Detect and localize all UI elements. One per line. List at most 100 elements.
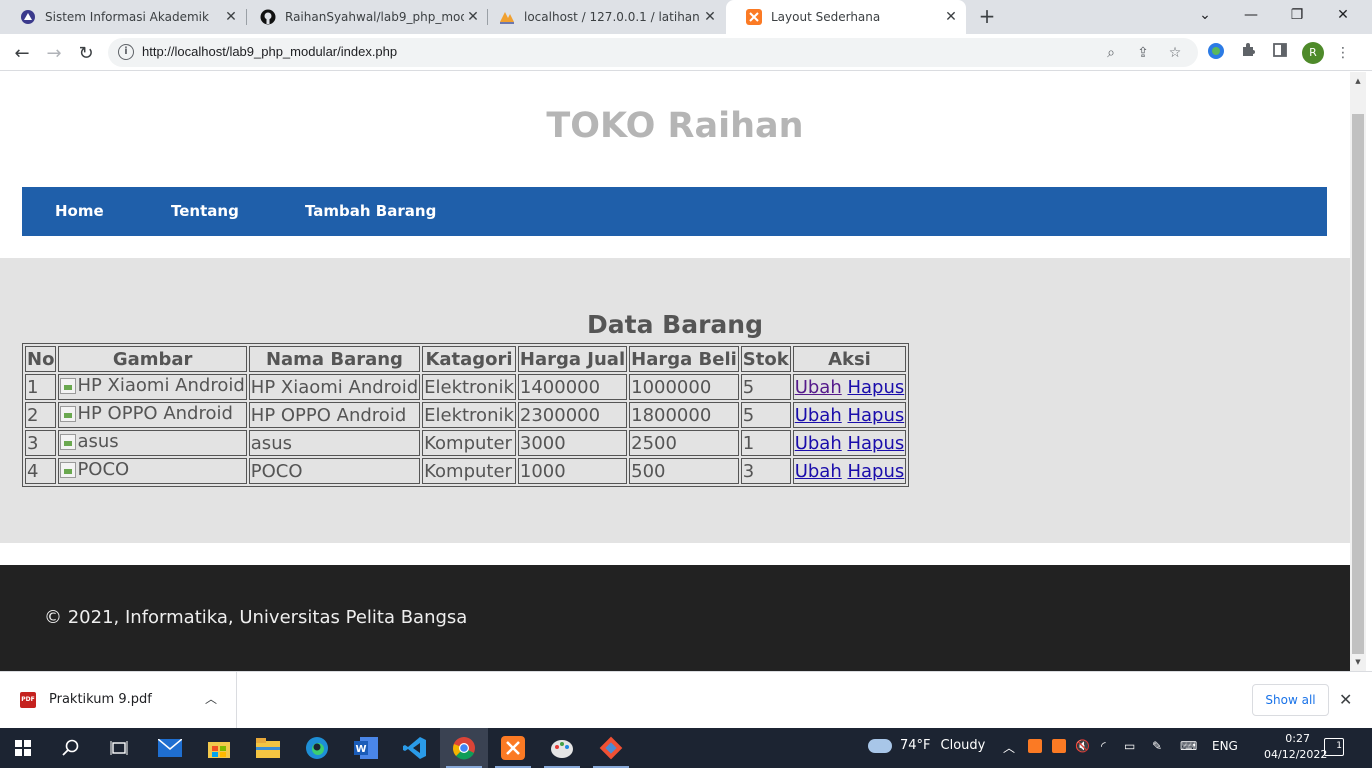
- pdf-file-icon: PDF: [20, 692, 36, 708]
- column-header: Harga Jual: [517, 346, 628, 372]
- vscode-icon[interactable]: [401, 734, 429, 762]
- close-icon[interactable]: ✕: [701, 9, 719, 25]
- edge-browser-icon[interactable]: [303, 734, 331, 762]
- tab-title: Sistem Informasi Akademik: [45, 10, 209, 24]
- column-header: Stok: [740, 346, 791, 372]
- close-icon[interactable]: ✕: [222, 9, 240, 25]
- tab-phpmyadmin[interactable]: localhost / 127.0.0.1 / latihan1 / d ✕: [479, 0, 725, 34]
- profile-avatar[interactable]: R: [1302, 42, 1324, 64]
- new-tab-button[interactable]: +: [976, 5, 998, 27]
- page-scrollbar[interactable]: ▲ ▼: [1350, 72, 1366, 671]
- download-item[interactable]: PDF Praktikum 9.pdf ︿: [0, 672, 237, 729]
- forward-arrow-icon[interactable]: →: [41, 40, 67, 66]
- url-text[interactable]: http://localhost/lab9_php_modular/index.…: [142, 44, 397, 59]
- wifi-icon[interactable]: ◜: [1101, 739, 1106, 753]
- chrome-icon[interactable]: [450, 734, 478, 762]
- language-indicator[interactable]: ENG: [1212, 739, 1238, 753]
- cell-kategori: Elektronik: [422, 374, 516, 400]
- mail-icon[interactable]: [156, 734, 184, 762]
- image-alt-text: POCO: [77, 459, 130, 481]
- hapus-link[interactable]: Hapus: [847, 461, 904, 482]
- close-download-bar-icon[interactable]: ✕: [1339, 690, 1352, 709]
- site-title: TOKO Raihan: [546, 106, 804, 146]
- git-app-icon[interactable]: [597, 734, 625, 762]
- scrollbar-thumb[interactable]: [1352, 114, 1364, 654]
- column-header: Gambar: [58, 346, 247, 372]
- extensions-puzzle-icon[interactable]: [1237, 42, 1259, 64]
- image-alt-text: HP OPPO Android: [77, 403, 233, 425]
- download-bar: PDF Praktikum 9.pdf ︿ Show all ✕: [0, 671, 1372, 729]
- ubah-link[interactable]: Ubah: [795, 405, 842, 426]
- minimize-button[interactable]: —: [1228, 0, 1274, 30]
- image-alt-text: asus: [77, 431, 119, 453]
- reload-icon[interactable]: ↻: [73, 40, 99, 66]
- nav-link-home[interactable]: Home: [55, 187, 104, 236]
- hapus-link[interactable]: Hapus: [847, 405, 904, 426]
- scroll-down-arrow-icon[interactable]: ▼: [1350, 655, 1366, 669]
- xampp-icon: [746, 9, 762, 25]
- battery-icon[interactable]: ▭: [1124, 739, 1135, 753]
- notification-center-icon[interactable]: 1: [1324, 738, 1344, 756]
- share-icon[interactable]: ⇪: [1134, 44, 1152, 62]
- pen-icon[interactable]: ✎: [1152, 739, 1162, 753]
- xampp-taskbar-icon[interactable]: [499, 734, 527, 762]
- image-alt-text: HP Xiaomi Android: [77, 375, 245, 397]
- ubah-link[interactable]: Ubah: [795, 461, 842, 482]
- speaker-muted-icon[interactable]: 🔇: [1075, 739, 1090, 753]
- hapus-link[interactable]: Hapus: [847, 433, 904, 454]
- nav-link-tambah-barang[interactable]: Tambah Barang: [305, 187, 436, 236]
- cell-nama: asus: [248, 430, 421, 456]
- column-header: Katagori: [422, 346, 516, 372]
- close-window-button[interactable]: ✕: [1320, 0, 1366, 30]
- broken-image: HP Xiaomi Android: [60, 375, 245, 397]
- keyboard-icon[interactable]: ⌨: [1180, 739, 1197, 753]
- cell-gambar: HP Xiaomi Android: [58, 374, 247, 400]
- bookmark-star-icon[interactable]: ☆: [1166, 44, 1184, 62]
- cell-harga-beli: 2500: [629, 430, 739, 456]
- show-all-button[interactable]: Show all: [1252, 684, 1329, 716]
- paint-app-icon[interactable]: [548, 734, 576, 762]
- file-explorer-icon[interactable]: [254, 734, 282, 762]
- cell-gambar: HP OPPO Android: [58, 402, 247, 428]
- ubah-link[interactable]: Ubah: [795, 433, 842, 454]
- nav-link-tentang[interactable]: Tentang: [171, 187, 239, 236]
- word-icon[interactable]: W: [352, 734, 380, 762]
- broken-image: asus: [60, 431, 119, 453]
- ubah-link[interactable]: Ubah: [795, 377, 842, 398]
- close-icon[interactable]: ✕: [942, 9, 960, 25]
- back-arrow-icon[interactable]: ←: [9, 40, 35, 66]
- tab-layout-sederhana[interactable]: Layout Sederhana ✕: [726, 0, 966, 34]
- scroll-up-arrow-icon[interactable]: ▲: [1350, 74, 1366, 88]
- cell-kategori: Komputer: [422, 458, 516, 484]
- zoom-icon[interactable]: ⌕: [1102, 44, 1120, 62]
- xampp-tray-icon[interactable]: [1028, 739, 1042, 753]
- side-panel-icon[interactable]: [1269, 42, 1291, 64]
- column-header: Nama Barang: [248, 346, 421, 372]
- tab-search-icon[interactable]: ⌄: [1182, 0, 1228, 30]
- windows-taskbar: W 74°F Cloudy ︿ 🔇 ◜ ▭ ✎ ⌨ ENG 0:27 04/12…: [0, 728, 1372, 768]
- task-view-icon[interactable]: [105, 734, 133, 762]
- weather-widget[interactable]: 74°F Cloudy: [868, 738, 985, 753]
- extension-globe-icon[interactable]: [1205, 42, 1227, 64]
- university-icon: [20, 9, 36, 25]
- search-icon[interactable]: [57, 734, 85, 762]
- store-icon[interactable]: [205, 734, 233, 762]
- hapus-link[interactable]: Hapus: [847, 377, 904, 398]
- menu-kebab-icon[interactable]: ⋮: [1332, 42, 1354, 64]
- tray-chevron-up-icon[interactable]: ︿: [1003, 739, 1015, 756]
- download-file-name[interactable]: Praktikum 9.pdf: [49, 692, 152, 707]
- broken-image: HP OPPO Android: [60, 403, 233, 425]
- svg-text:W: W: [355, 744, 366, 755]
- broken-image-icon: [60, 461, 77, 478]
- system-clock[interactable]: 0:27 04/12/2022: [1264, 731, 1327, 763]
- windows-start-icon[interactable]: [9, 734, 37, 762]
- tab-github[interactable]: RaihanSyahwal/lab9_php_modular ✕: [240, 0, 488, 34]
- cell-harga-jual: 1000: [517, 458, 628, 484]
- tab-sistem-informasi[interactable]: Sistem Informasi Akademik ✕: [0, 0, 246, 34]
- restore-button[interactable]: ❐: [1274, 0, 1320, 30]
- site-info-icon[interactable]: i: [118, 44, 134, 60]
- address-bar[interactable]: i http://localhost/lab9_php_modular/inde…: [108, 38, 1198, 67]
- cell-no: 3: [25, 430, 57, 456]
- xampp-control-tray-icon[interactable]: [1052, 739, 1066, 753]
- chevron-up-icon[interactable]: ︿: [205, 690, 217, 707]
